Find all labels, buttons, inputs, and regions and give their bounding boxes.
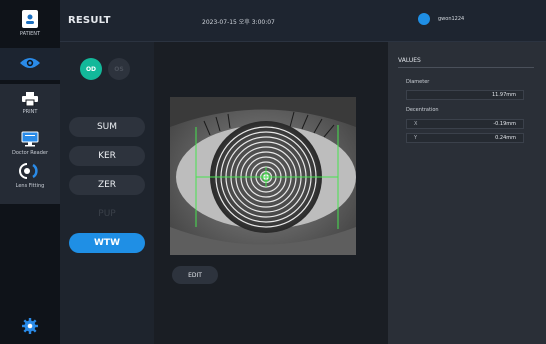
sidebar-item-settings[interactable] xyxy=(0,318,60,337)
sidebar-item-label: PRINT xyxy=(22,109,38,115)
user-info[interactable]: gwon1224 xyxy=(418,13,464,25)
decentration-y-field: Y 0.24mm xyxy=(406,133,524,143)
eye-image xyxy=(170,97,356,255)
sidebar-item-doctor-reader[interactable]: Doctor Reader xyxy=(0,131,60,156)
diameter-value: 11.97mm xyxy=(491,92,516,98)
lens-icon xyxy=(19,163,38,179)
patient-icon xyxy=(22,10,38,28)
values-panel: VALUES Diameter 11.97mm Decentration X -… xyxy=(388,42,546,344)
settings-icon xyxy=(22,318,38,334)
sidebar-item-eye[interactable] xyxy=(0,48,60,80)
decentration-x-field: X -0.19mm xyxy=(406,119,524,129)
os-toggle-button[interactable]: OS xyxy=(108,58,130,80)
zer-button[interactable]: ZER xyxy=(69,175,145,195)
datetime-text: 2023-07-15 오후 3:00:07 xyxy=(202,19,275,26)
values-title: VALUES xyxy=(398,57,421,64)
decentration-x-axis: X xyxy=(414,121,418,127)
od-toggle-button[interactable]: OD xyxy=(80,58,102,80)
monitor-icon xyxy=(21,131,39,147)
decentration-y-axis: Y xyxy=(414,135,418,141)
sidebar-item-lens-fitting[interactable]: Lens Fitting xyxy=(0,162,60,189)
decentration-label: Decentration xyxy=(406,107,439,113)
eye-icon xyxy=(20,57,40,68)
user-name: gwon1224 xyxy=(438,16,465,22)
result-view: EDIT xyxy=(154,42,388,344)
edit-button[interactable]: EDIT xyxy=(172,266,218,284)
page-title: RESULT xyxy=(68,15,111,26)
sidebar-item-print[interactable]: PRINT xyxy=(0,92,60,115)
decentration-x-value: -0.19mm xyxy=(493,121,516,127)
sidebar-item-label: PATIENT xyxy=(19,31,41,37)
decentration-y-value: 0.24mm xyxy=(495,135,516,141)
wtw-button[interactable]: WTW xyxy=(69,233,145,253)
values-divider xyxy=(398,67,534,68)
user-avatar-icon xyxy=(418,13,430,25)
sidebar-item-patient[interactable]: PATIENT xyxy=(0,10,60,37)
printer-icon xyxy=(22,92,38,106)
header-bar: RESULT 2023-07-15 오후 3:00:07 gwon1224 xyxy=(60,0,546,42)
ker-button[interactable]: KER xyxy=(69,146,145,166)
mode-panel: OD OS SUM KER ZER PUP WTW xyxy=(60,42,154,344)
diameter-label: Diameter xyxy=(406,79,430,85)
sidebar-item-label: Lens Fitting xyxy=(15,183,45,189)
left-sidebar: PATIENT PRINT Doctor Reader Lens Fitting xyxy=(0,0,60,344)
sum-button[interactable]: SUM xyxy=(69,117,145,137)
diameter-field: 11.97mm xyxy=(406,90,524,100)
pup-button[interactable]: PUP xyxy=(69,204,145,224)
sidebar-item-label: Doctor Reader xyxy=(11,150,49,156)
